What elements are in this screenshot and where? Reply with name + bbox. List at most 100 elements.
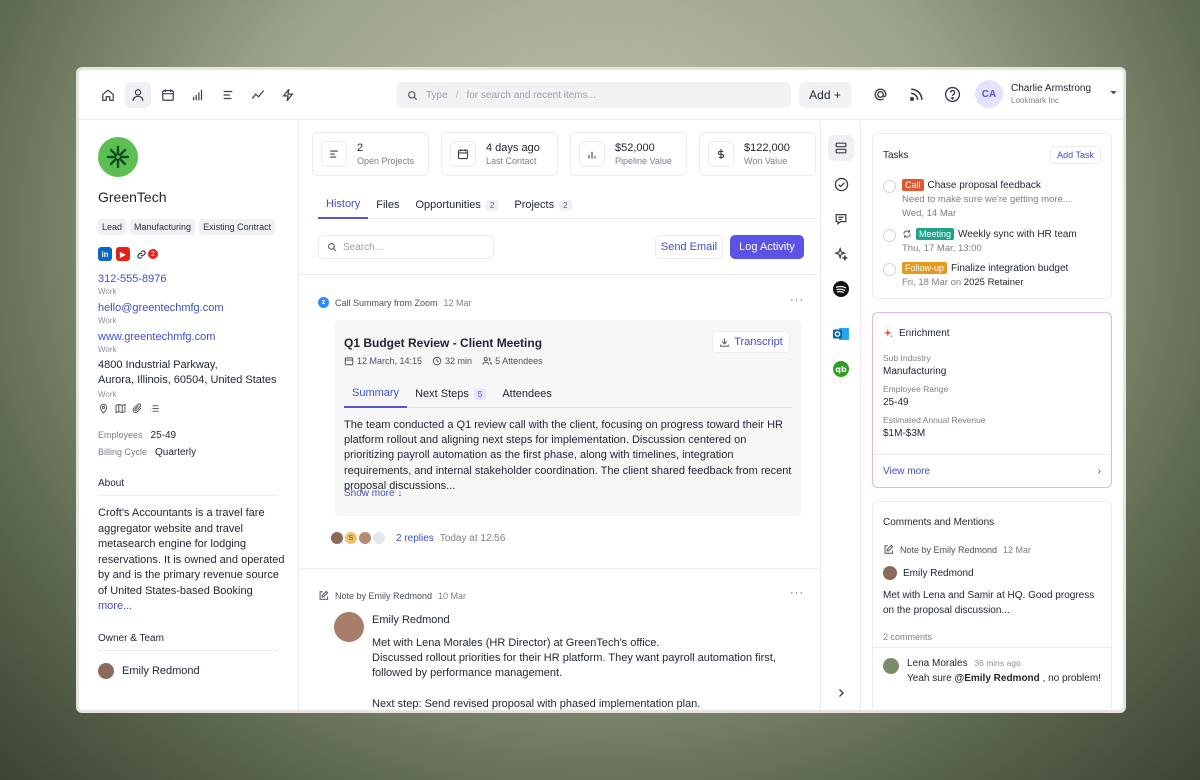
tab-history[interactable]: History — [318, 191, 369, 219]
tab-opportunities[interactable]: Opportunities 2 — [407, 191, 506, 219]
summary-text: The team conducted a Q1 review call with… — [344, 419, 792, 492]
replies-link[interactable]: 2 replies — [396, 533, 434, 544]
stat-last-contact[interactable]: 4 days ago Last Contact — [441, 132, 558, 176]
task-tag-call: Call — [902, 179, 924, 191]
spotify-icon[interactable] — [828, 276, 854, 302]
avatar — [358, 531, 372, 545]
stat-label: Last Contact — [486, 156, 537, 166]
people-icon — [482, 357, 492, 365]
check-circle-icon[interactable] — [828, 171, 854, 197]
address-type: Work — [98, 390, 117, 399]
sparkle-icon[interactable] — [828, 241, 854, 267]
mention-icon[interactable] — [869, 83, 891, 105]
task-checkbox[interactable] — [883, 180, 896, 193]
map-icon[interactable] — [115, 403, 126, 414]
trend-icon[interactable] — [245, 82, 271, 108]
home-icon[interactable] — [95, 82, 121, 108]
view-more-link[interactable]: View more › — [883, 466, 1101, 477]
task-item[interactable]: Call Chase proposal feedback Need to mak… — [883, 179, 1071, 219]
company-profile: GreenTech Lead Manufacturing Existing Co… — [79, 121, 299, 710]
show-more-link[interactable]: Show more ↓ — [344, 488, 402, 499]
field-label: Estimated Annual Revenue — [883, 415, 986, 425]
email-link[interactable]: hello@greentechmfg.com — [98, 302, 298, 314]
youtube-icon[interactable]: ▶ — [116, 247, 130, 261]
task-item[interactable]: Meeting Weekly sync with HR team Thu, 17… — [883, 228, 1077, 254]
task-related-link[interactable]: 2025 Retainer — [964, 277, 1024, 288]
linkedin-icon[interactable]: in — [98, 247, 112, 261]
transcript-button[interactable]: Transcript — [712, 331, 790, 353]
link-icon[interactable] — [134, 247, 148, 261]
user-menu[interactable]: CA Charlie Armstrong Lookmark Inc — [975, 80, 1118, 108]
location-pin-icon[interactable] — [98, 403, 109, 414]
stat-open-projects[interactable]: 2 Open Projects — [312, 132, 429, 176]
owner-row[interactable]: Emily Redmond — [98, 662, 298, 679]
comments-panel: Comments and Mentions Note by Emily Redm… — [872, 501, 1112, 710]
reply-mention[interactable]: @Emily Redmond — [954, 673, 1039, 684]
add-task-button[interactable]: Add Task — [1050, 146, 1101, 164]
send-email-button[interactable]: Send Email — [655, 235, 723, 259]
user-name: Charlie Armstrong — [1011, 83, 1092, 94]
tag-existing-contract[interactable]: Existing Contract — [199, 219, 276, 235]
calendar-icon — [344, 357, 354, 366]
sparkle-icon — [884, 329, 893, 338]
calendar-icon[interactable] — [155, 82, 181, 108]
list-icon[interactable] — [215, 82, 241, 108]
address-actions — [98, 403, 298, 414]
tab-label: History — [326, 198, 361, 210]
view-more-label: View more — [883, 466, 931, 477]
tab-files[interactable]: Files — [368, 191, 407, 219]
list-icon[interactable] — [149, 403, 160, 414]
reply-time: 36 mins ago — [974, 658, 1021, 668]
task-tag-meeting: Meeting — [916, 228, 955, 240]
bar-chart-icon — [579, 141, 605, 167]
tasks-panel: Tasks Add Task Call Chase proposal feedb… — [872, 133, 1112, 299]
feed-icon[interactable] — [905, 83, 927, 105]
task-checkbox[interactable] — [883, 263, 896, 276]
more-options-icon[interactable]: ··· — [790, 294, 804, 306]
about-more-link[interactable]: more... — [98, 600, 132, 612]
meeting-date-text: 12 March, 14:15 — [357, 356, 423, 366]
stat-pipeline-value[interactable]: $52,000 Pipeline Value — [570, 132, 687, 176]
tag-lead[interactable]: Lead — [98, 219, 127, 235]
lightning-icon[interactable] — [275, 82, 301, 108]
task-date: Wed, 14 Mar — [902, 208, 957, 219]
website-link[interactable]: www.greentechmfg.com — [98, 331, 298, 343]
enrichment-field: Estimated Annual Revenue $1M-$3M — [883, 415, 986, 439]
billing-row: Billing Cycle Quarterly — [98, 447, 298, 458]
chevron-down-icon[interactable] — [1109, 88, 1118, 100]
company-tags: Lead Manufacturing Existing Contract — [98, 219, 298, 235]
call-entry-header: z Call Summary from Zoom 12 Mar — [318, 297, 472, 308]
tab-next-steps[interactable]: Next Steps 5 — [407, 380, 494, 408]
history-search-input[interactable]: Search... — [318, 235, 494, 259]
chevron-right-icon[interactable] — [828, 680, 854, 706]
task-item[interactable]: Follow-up Finalize integration budget Fr… — [883, 262, 1068, 288]
paperclip-icon[interactable] — [132, 403, 143, 414]
about-body: Croft's Accountants is a travel fare agg… — [98, 507, 285, 597]
tag-manufacturing[interactable]: Manufacturing — [130, 219, 196, 235]
stat-label: Open Projects — [357, 156, 415, 166]
task-checkbox[interactable] — [883, 229, 896, 242]
stats-row: 2 Open Projects 4 days ago Last Contact $5… — [312, 132, 816, 176]
chat-icon[interactable] — [828, 206, 854, 232]
tab-label: Summary — [352, 387, 400, 399]
contacts-icon[interactable] — [125, 81, 151, 108]
tab-summary[interactable]: Summary — [344, 380, 408, 408]
global-search[interactable]: Type / for search and recent items... — [397, 82, 791, 108]
log-activity-button[interactable]: Log Activity — [730, 235, 804, 259]
layers-icon[interactable] — [828, 135, 854, 161]
quickbooks-icon[interactable]: qb — [828, 356, 854, 382]
phone-link[interactable]: 312-555-8976 — [98, 273, 298, 285]
task-date: Thu, 17 Mar, 13:00 — [902, 243, 982, 254]
more-options-icon[interactable]: ··· — [790, 587, 804, 599]
help-icon[interactable] — [941, 83, 963, 105]
add-button[interactable]: Add + — [799, 82, 851, 108]
tab-projects[interactable]: Projects 2 — [506, 191, 579, 219]
task-title: Chase proposal feedback — [927, 179, 1041, 191]
outlook-icon[interactable] — [828, 321, 854, 347]
list-icon — [321, 141, 347, 167]
bar-chart-icon[interactable] — [185, 82, 211, 108]
tab-attendees[interactable]: Attendees — [494, 380, 560, 408]
stat-label: Pipeline Value — [615, 156, 672, 166]
reply-prefix: Yeah sure — [907, 673, 952, 684]
stat-won-value[interactable]: $122,000 Won Value — [699, 132, 816, 176]
